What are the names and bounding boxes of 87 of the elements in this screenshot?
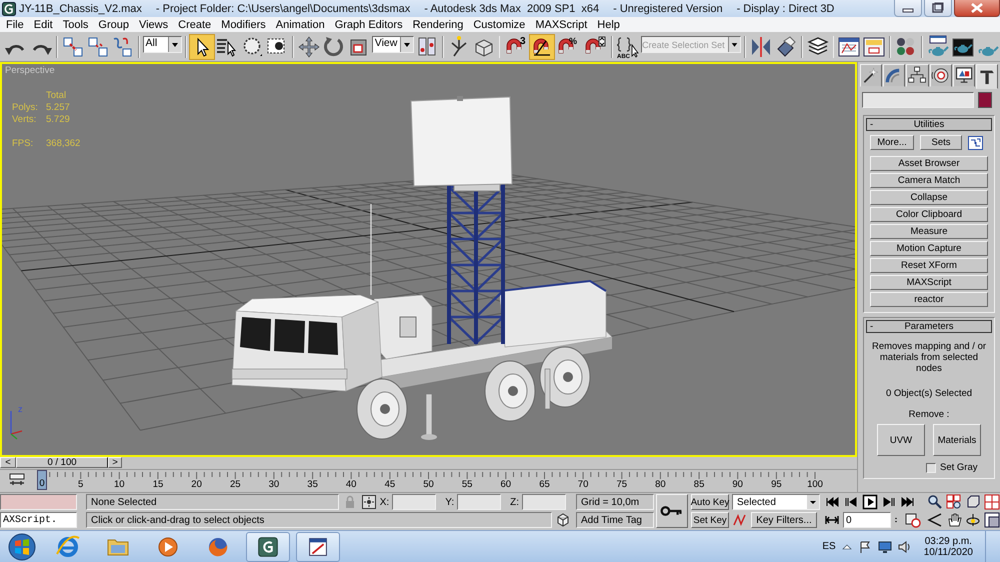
menu-item[interactable]: Rendering (408, 18, 468, 30)
menu-item[interactable]: File (1, 18, 29, 30)
more-button[interactable]: More... (870, 135, 914, 150)
coordinate-label: X: (380, 496, 390, 508)
add-time-tag[interactable]: Add Time Tag (576, 512, 654, 528)
frame-number: 85 (694, 479, 704, 490)
previous-frame-button[interactable]: < (0, 457, 16, 468)
stats-heading: Total (46, 90, 68, 101)
frame-number: 10 (114, 479, 125, 490)
menu-item[interactable]: Create (173, 18, 216, 30)
frame-number: 5 (78, 479, 84, 490)
remove-label: Remove : (908, 409, 950, 420)
clock-date[interactable]: 10/11/2020 (924, 546, 973, 558)
frame-number: 60 (500, 479, 512, 490)
selection-status: None Selected (86, 494, 339, 510)
frame-number: 90 (732, 479, 743, 490)
frame-number: 95 (771, 479, 782, 490)
menu-item[interactable]: Customize (468, 18, 530, 30)
window-title: - Project Folder: C:\Users\angel\Documents\3dsmax (156, 2, 410, 14)
menu-item[interactable]: Group (93, 18, 134, 30)
menu-item[interactable]: Modifiers (216, 18, 271, 30)
rollout-header[interactable]: - Parameters (866, 320, 992, 333)
menu-item[interactable]: Edit (28, 18, 58, 30)
utility-button[interactable]: Collapse (870, 190, 988, 205)
clock-time[interactable]: 03:29 p.m. (924, 536, 972, 546)
window-title: - Display : Direct 3D (736, 2, 834, 14)
description-text: Removes mapping and / or materials from selected nodes (870, 340, 988, 376)
named-selection-field[interactable]: Create Selection Set (641, 36, 742, 53)
language-indicator[interactable]: ES (822, 541, 836, 552)
grid-size: Grid = 10,0m (576, 494, 654, 510)
set-key-button[interactable]: Set Key (691, 512, 729, 528)
utility-button[interactable]: Motion Capture (870, 241, 988, 256)
next-frame-button[interactable]: > (108, 457, 122, 468)
fps-value: 368,362 (46, 138, 80, 149)
menu-item[interactable]: MAXScript (530, 18, 592, 30)
frame-number: 55 (462, 479, 472, 490)
fps-label: FPS: (12, 138, 34, 149)
frame-number: 100 (807, 479, 823, 490)
time-slider-handle[interactable]: 0 / 100 (16, 457, 108, 468)
frame-number: 80 (655, 479, 666, 490)
frame-number: 75 (616, 479, 628, 490)
selection-count: 0 Object(s) Selected (884, 388, 974, 399)
key-mode-dropdown[interactable]: Selected (732, 494, 820, 510)
utility-button[interactable]: Color Clipboard (870, 207, 988, 222)
rollout-header[interactable]: - Utilities (866, 118, 992, 131)
remove-button[interactable]: Materials (933, 424, 981, 456)
window-title: - Unregistered Version (613, 2, 723, 14)
stats-label: Verts: (12, 114, 38, 125)
frame-number: 20 (191, 479, 202, 490)
window-title: JY-11B_Chassis_V2.max (19, 2, 142, 14)
frame-number: 65 (539, 479, 550, 490)
utility-button[interactable]: Reset XForm (870, 258, 988, 273)
frame-number: 15 (152, 479, 164, 490)
frame-field[interactable]: 0 (843, 512, 891, 528)
frame-number: 70 (578, 479, 588, 490)
menu-item[interactable]: Animation (270, 18, 330, 30)
coordinate-label: Z: (510, 496, 519, 508)
menu-item[interactable]: Help (592, 18, 625, 30)
axis-label: z (18, 404, 22, 414)
utility-button[interactable]: Camera Match (870, 173, 988, 188)
window-title: - Autodesk 3ds Max 2009 SP1 x64 (424, 2, 600, 14)
frame-number: 30 (268, 479, 280, 490)
frame-number: 50 (423, 479, 434, 490)
sets-button[interactable]: Sets (920, 135, 962, 150)
selection-filter-dropdown[interactable]: All (142, 36, 182, 53)
coordinate-label: Y: (445, 496, 454, 508)
checkbox-label: Set Gray (940, 462, 978, 473)
stats-value: 5.257 (46, 102, 71, 113)
coordinate-system-dropdown[interactable]: View (372, 36, 414, 53)
utility-button[interactable]: reactor (870, 292, 988, 307)
stats-label: Polys: (12, 102, 39, 113)
menu-item[interactable]: Tools (58, 18, 94, 30)
listener-input-field[interactable]: AXScript. (0, 512, 77, 528)
menu-item[interactable]: Graph Editors (330, 18, 408, 30)
auto-key-button[interactable]: Auto Key (691, 494, 729, 510)
frame-number: 45 (384, 479, 396, 490)
remove-button[interactable]: UVW (877, 424, 925, 456)
stats-value: 5.729 (46, 114, 71, 125)
frame-number: 35 (307, 479, 318, 490)
menu-item[interactable]: Views (134, 18, 174, 30)
frame-number: 40 (346, 479, 356, 490)
utility-button[interactable]: Measure (870, 224, 988, 239)
current-frame-marker[interactable]: 0 (37, 470, 47, 490)
utility-button[interactable]: Asset Browser (870, 156, 988, 171)
key-filters-button[interactable]: Key Filters... (751, 512, 817, 528)
utility-button[interactable]: MAXScript (870, 275, 988, 290)
frame-number: 25 (230, 479, 241, 490)
